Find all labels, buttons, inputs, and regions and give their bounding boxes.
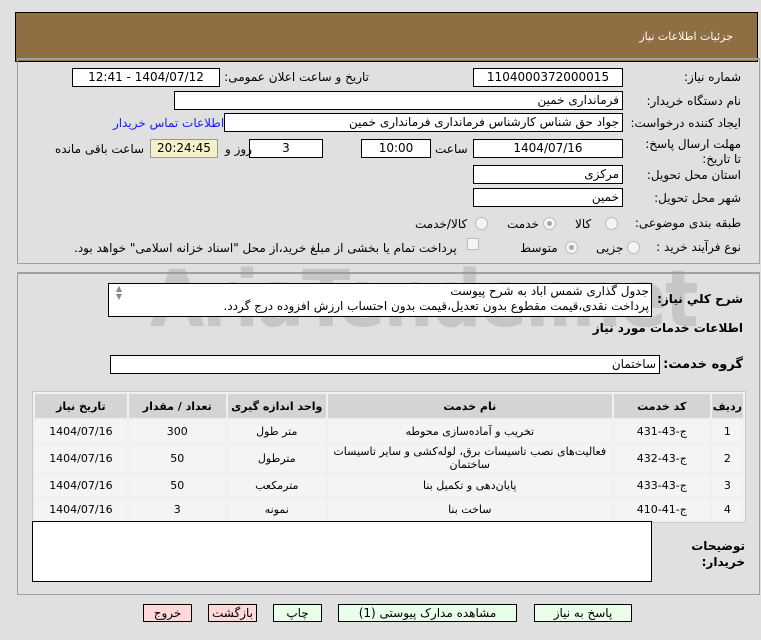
city-field: خمین <box>473 188 623 207</box>
description-line: جدول گذاری شمس اباد به شرح پیوست <box>450 284 649 298</box>
cell-unit: متر طول <box>227 420 326 442</box>
province-label: استان محل تحویل: <box>646 168 741 182</box>
table-row: 1 ج-43-431 تخریب و آماده‌سازی محوطه متر طول… <box>35 420 743 442</box>
exit-button[interactable]: خروج <box>143 604 192 622</box>
table-row: 2 ج-43-432 فعالیت‌های نصب تاسیسات برق، لول… <box>35 444 743 472</box>
cell-unit: مترطول <box>227 444 326 472</box>
cell-need-date: 1404/07/16 <box>35 444 127 472</box>
textarea-scrollbar[interactable]: ▲ ▼ <box>110 285 122 315</box>
category-radio-goods[interactable] <box>605 217 618 230</box>
print-button[interactable]: چاپ <box>273 604 322 622</box>
description-line: پرداخت نقدی،قیمت مقطوع بدون تعدیل،قیمت ب… <box>223 299 649 313</box>
deadline-label: مهلت ارسال پاسخ: تا تاریخ: <box>645 137 741 166</box>
deadline-time-field: 10:00 <box>361 139 431 158</box>
service-group-field: ساختمان <box>110 355 660 374</box>
services-table: ردیف کد خدمت نام خدمت واحد اندازه گیری ت… <box>32 391 746 523</box>
category-option-goods: کالا <box>575 217 592 231</box>
cell-service-code: ج-43-432 <box>613 444 710 472</box>
cell-service-code: ج-41-410 <box>613 498 710 520</box>
category-option-goods-service: کالا/خدمت <box>415 217 468 231</box>
column-header: تعداد / مقدار <box>128 394 226 418</box>
announce-field: 1404/07/12 - 12:41 <box>72 68 220 87</box>
cell-unit: مترمکعب <box>227 474 326 496</box>
payment-note: پرداخت تمام یا بخشی از مبلغ خرید،از محل … <box>74 241 457 255</box>
description-textarea[interactable]: جدول گذاری شمس اباد به شرح پیوست پرداخت … <box>108 283 652 317</box>
reply-button[interactable]: پاسخ به نیاز <box>534 604 632 622</box>
column-header: کد خدمت <box>613 394 710 418</box>
requester-label: ایجاد کننده درخواست: <box>630 116 741 130</box>
service-group-label: گروه خدمت: <box>663 357 743 372</box>
category-option-service: خدمت <box>507 217 539 231</box>
remaining-label: ساعت باقی مانده <box>55 142 145 156</box>
cell-row-number: 4 <box>711 498 743 520</box>
category-radio-service[interactable] <box>543 217 556 230</box>
process-option-minor: جزیی <box>596 241 624 255</box>
cell-service-name: پایان‌دهی و تکمیل بنا <box>327 474 612 496</box>
buyer-notes-label: توضیحات خریدار: <box>691 539 745 569</box>
process-option-medium: متوسط <box>520 241 558 255</box>
cell-row-number: 1 <box>711 420 743 442</box>
cell-row-number: 2 <box>711 444 743 472</box>
column-header: تاریخ نیاز <box>35 394 127 418</box>
process-label: نوع فرآیند خرید : <box>656 240 741 254</box>
buyer-notes-textarea[interactable] <box>32 521 652 582</box>
remaining-time-field: 20:24:45 <box>150 139 218 158</box>
days-field: 3 <box>249 139 323 158</box>
cell-service-name: فعالیت‌های نصب تاسیسات برق، لوله‌کشی و س… <box>327 444 612 472</box>
cell-quantity: 50 <box>128 444 226 472</box>
time-label: ساعت <box>435 142 468 156</box>
cell-row-number: 3 <box>711 474 743 496</box>
process-radio-medium[interactable] <box>565 241 578 254</box>
province-field: مرکزی <box>473 165 623 184</box>
need-number-field: 1104000372000015 <box>473 68 623 87</box>
services-title: اطلاعات خدمات مورد نیاز <box>592 321 743 335</box>
cell-need-date: 1404/07/16 <box>35 498 127 520</box>
treasury-payment-checkbox[interactable] <box>467 238 479 250</box>
buyer-label: نام دستگاه خریدار: <box>646 94 742 108</box>
buyer-contact-link[interactable]: اطلاعات تماس خریدار <box>113 116 224 130</box>
view-attachments-button[interactable]: مشاهده مدارک پیوستی (1) <box>338 604 517 622</box>
column-header: واحد اندازه گیری <box>227 394 326 418</box>
cell-unit: نمونه <box>227 498 326 520</box>
cell-quantity: 50 <box>128 474 226 496</box>
buyer-field: فرمانداری خمین <box>174 91 623 110</box>
cell-need-date: 1404/07/16 <box>35 474 127 496</box>
description-label: شرح کلي نياز: <box>657 292 743 306</box>
cell-service-name: تخریب و آماده‌سازی محوطه <box>327 420 612 442</box>
column-header: نام خدمت <box>327 394 612 418</box>
city-label: شهر محل تحویل: <box>654 191 741 205</box>
table-row: 4 ج-41-410 ساخت بنا نمونه 3 1404/07/16 <box>35 498 743 520</box>
requester-field: جواد حق شناس کارشناس فرمانداری فرمانداری… <box>224 113 623 132</box>
announce-label: تاریخ و ساعت اعلان عمومی: <box>224 70 369 84</box>
days-label: روز و <box>225 142 252 156</box>
page-header: جزئیات اطلاعات نیاز <box>15 12 758 62</box>
cell-quantity: 300 <box>128 420 226 442</box>
need-number-label: شماره نیاز: <box>684 70 741 84</box>
table-row: 3 ج-43-433 پایان‌دهی و تکمیل بنا مترمکعب 50 1… <box>35 474 743 496</box>
cell-service-code: ج-43-433 <box>613 474 710 496</box>
deadline-date-field: 1404/07/16 <box>473 139 623 158</box>
column-header: ردیف <box>711 394 743 418</box>
cell-service-code: ج-43-431 <box>613 420 710 442</box>
process-radio-minor[interactable] <box>627 241 640 254</box>
cell-quantity: 3 <box>128 498 226 520</box>
page-title: جزئیات اطلاعات نیاز <box>639 30 733 43</box>
category-label: طبقه بندی موضوعی: <box>634 216 741 230</box>
category-radio-goods-service[interactable] <box>475 217 488 230</box>
cell-service-name: ساخت بنا <box>327 498 612 520</box>
back-button[interactable]: بازگشت <box>208 604 257 622</box>
cell-need-date: 1404/07/16 <box>35 420 127 442</box>
